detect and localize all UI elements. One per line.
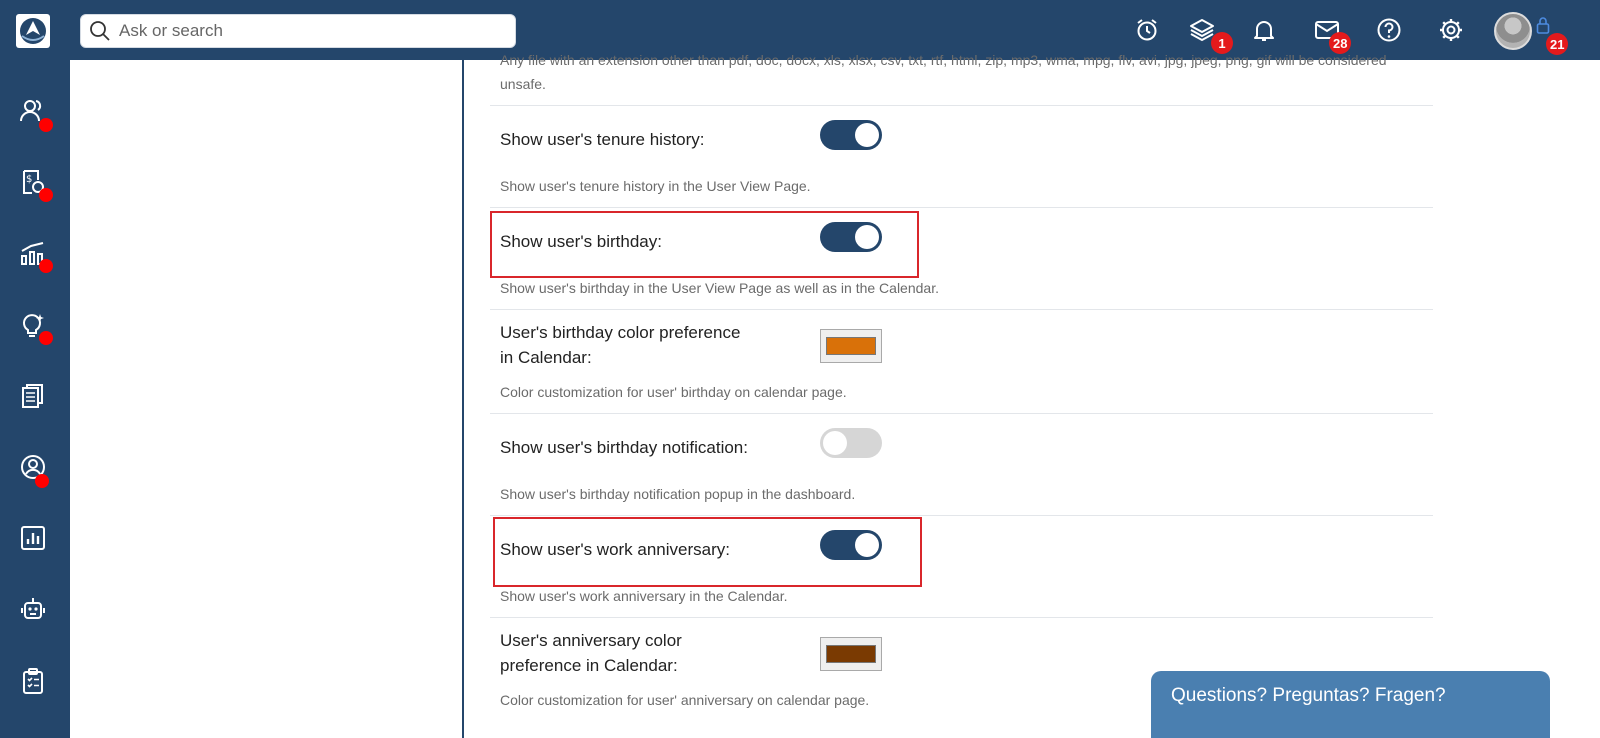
sidebar-item-reports[interactable] — [17, 522, 49, 554]
tenure-history-description: Show user's tenure history in the User V… — [500, 178, 811, 194]
help-icon[interactable] — [1375, 16, 1403, 44]
panel-divider — [462, 60, 464, 738]
row-divider — [490, 207, 1433, 208]
anniversary-color-description: Color customization for user' anniversar… — [500, 692, 870, 708]
bell-icon[interactable] — [1250, 16, 1278, 44]
anniversary-color-swatch — [826, 645, 876, 663]
notification-dot — [39, 188, 53, 202]
row-divider — [490, 515, 1433, 516]
search-input[interactable] — [119, 21, 499, 41]
sidebar-item-automation[interactable] — [17, 593, 49, 625]
row-divider — [490, 413, 1433, 414]
anniversary-color-label: User's anniversary color — [500, 631, 682, 650]
birthday-color-label: User's birthday color preference — [500, 323, 741, 342]
birthday-color-swatch — [826, 337, 876, 355]
lock-badge: 21 — [1546, 33, 1569, 55]
work-anniversary-toggle[interactable] — [820, 530, 882, 560]
alarm-clock-icon[interactable] — [1133, 16, 1161, 44]
chat-widget-button[interactable]: Questions? Preguntas? Fragen? — [1151, 671, 1550, 738]
work-anniversary-description: Show user's work anniversary in the Cale… — [500, 588, 788, 604]
birthday-color-picker[interactable] — [820, 329, 882, 363]
unsafe-files-description-cont: unsafe. — [500, 76, 546, 92]
lock-icon[interactable] — [1534, 14, 1552, 36]
avatar[interactable] — [1494, 12, 1532, 50]
anniversary-color-picker[interactable] — [820, 637, 882, 671]
anniversary-color-label-cont: preference in Calendar: — [500, 656, 678, 675]
logo-icon — [20, 18, 46, 44]
report-chart-icon — [21, 526, 45, 550]
robot-icon — [21, 598, 45, 619]
search-box[interactable] — [80, 14, 516, 48]
birthday-description: Show user's birthday in the User View Pa… — [500, 280, 939, 296]
gear-icon[interactable] — [1437, 16, 1465, 44]
birthday-notification-description: Show user's birthday notification popup … — [500, 486, 856, 502]
notification-dot — [35, 474, 49, 488]
documents-icon — [22, 384, 43, 408]
birthday-color-label-cont: in Calendar: — [500, 348, 592, 367]
unsafe-files-description: Any file with an extension other than pd… — [500, 52, 1387, 68]
checklist-icon — [23, 668, 43, 694]
notification-dot — [39, 118, 53, 132]
birthday-label: Show user's birthday: — [500, 232, 662, 251]
tenure-history-label: Show user's tenure history: — [500, 130, 705, 149]
tenure-history-toggle[interactable] — [820, 120, 882, 150]
sidebar-item-documents[interactable] — [17, 380, 49, 412]
birthday-toggle[interactable] — [820, 222, 882, 252]
birthday-notification-toggle[interactable] — [820, 428, 882, 458]
work-anniversary-label: Show user's work anniversary: — [500, 540, 730, 559]
sidebar: $ — [0, 60, 70, 738]
notification-dot — [39, 331, 53, 345]
app-logo[interactable] — [16, 14, 50, 48]
row-divider — [490, 309, 1433, 310]
birthday-notification-label: Show user's birthday notification: — [500, 438, 748, 457]
notification-dot — [39, 259, 53, 273]
row-divider — [490, 105, 1433, 106]
row-divider — [490, 617, 1433, 618]
birthday-color-description: Color customization for user' birthday o… — [500, 384, 847, 400]
sidebar-item-checklist[interactable] — [17, 665, 49, 697]
svg-text:$: $ — [26, 174, 32, 185]
search-icon — [90, 21, 110, 41]
